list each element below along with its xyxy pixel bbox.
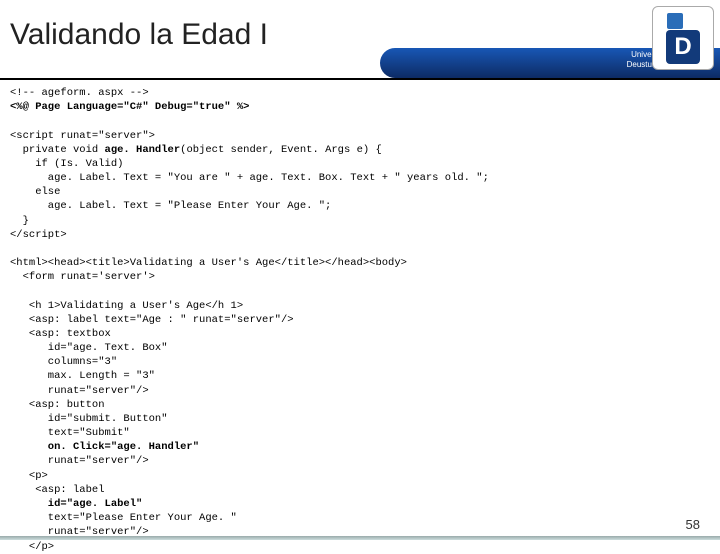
code-line: <%@ Page Language="C#" Debug="true" %> bbox=[10, 101, 249, 113]
code-line: } bbox=[10, 215, 29, 227]
code-line: <asp: textbox bbox=[10, 328, 111, 340]
code-line: <asp: label text="Age : " runat="server"… bbox=[10, 314, 294, 326]
code-line: runat="server"/> bbox=[10, 385, 149, 397]
code-line: </p> bbox=[10, 541, 54, 553]
university-logo: D bbox=[652, 6, 714, 70]
code-line: max. Length = "3" bbox=[10, 370, 155, 382]
page-number: 58 bbox=[686, 517, 700, 532]
code-line: <p> bbox=[10, 470, 48, 482]
code-line: text="Submit" bbox=[10, 427, 130, 439]
code-line: </script> bbox=[10, 229, 67, 241]
code-line: age. Handler bbox=[105, 144, 181, 156]
code-line: else bbox=[10, 186, 60, 198]
code-line: id="age. Label" bbox=[10, 498, 142, 510]
footer-divider bbox=[0, 536, 720, 540]
code-line: text="Please Enter Your Age. " bbox=[10, 512, 237, 524]
code-line: <html><head><title>Validating a User's A… bbox=[10, 257, 407, 269]
code-line: <form runat='server'> bbox=[10, 271, 155, 283]
code-line: age. Label. Text = "Please Enter Your Ag… bbox=[10, 200, 331, 212]
code-block: <!-- ageform. aspx --> <%@ Page Language… bbox=[0, 80, 720, 554]
shield-icon bbox=[667, 13, 683, 29]
code-line: <asp: button bbox=[10, 399, 105, 411]
code-line: id="submit. Button" bbox=[10, 413, 168, 425]
code-line: (object sender, Event. Args e) { bbox=[180, 144, 382, 156]
slide-header: Validando la Edad I Universidad de Deust… bbox=[0, 0, 720, 80]
code-line: <!-- ageform. aspx --> bbox=[10, 87, 149, 99]
code-line: <script runat="server"> bbox=[10, 130, 155, 142]
code-line: age. Label. Text = "You are " + age. Tex… bbox=[10, 172, 489, 184]
code-line: private void bbox=[10, 144, 105, 156]
code-line: <h 1>Validating a User's Age</h 1> bbox=[10, 300, 243, 312]
code-line: id="age. Text. Box" bbox=[10, 342, 168, 354]
code-line: if (Is. Valid) bbox=[10, 158, 123, 170]
slide-title: Validando la Edad I bbox=[10, 18, 268, 52]
code-line: on. Click="age. Handler" bbox=[10, 441, 199, 453]
code-line: runat="server"/> bbox=[10, 455, 149, 467]
code-line: columns="3" bbox=[10, 356, 117, 368]
code-line: <asp: label bbox=[10, 484, 105, 496]
logo-letter: D bbox=[666, 30, 700, 64]
